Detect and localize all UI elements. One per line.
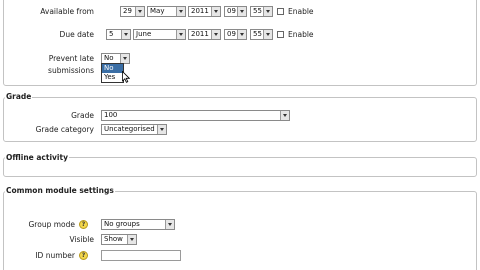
due-date-month-select[interactable]: June [133, 29, 186, 40]
available-from-label: Available from [40, 7, 94, 16]
chevron-down-icon [135, 7, 144, 16]
available-from-year-select[interactable]: 2011 [188, 6, 221, 17]
due-date-label: Due date [59, 30, 94, 39]
grade-select[interactable]: 100 [101, 110, 290, 121]
grade-category-label: Grade category [35, 125, 94, 134]
chevron-down-icon [263, 7, 272, 16]
grade-label: Grade [71, 111, 94, 120]
chevron-down-icon [263, 30, 272, 39]
common-module-legend: Common module settings [5, 186, 115, 195]
available-from-day-select[interactable]: 29 [120, 6, 145, 17]
mouse-cursor-icon [122, 71, 130, 83]
due-date-day-select[interactable]: 5 [106, 29, 131, 40]
chevron-down-icon [237, 30, 246, 39]
available-from-minute-select[interactable]: 55 [250, 6, 273, 17]
group-mode-label: Group mode [28, 220, 76, 229]
available-from-enable-label: Enable [288, 7, 314, 16]
due-date-hour-select[interactable]: 09 [224, 29, 247, 40]
available-from-month-select[interactable]: May [147, 6, 186, 17]
chevron-down-icon [127, 235, 136, 244]
offline-activity-legend: Offline activity [5, 153, 69, 162]
chevron-down-icon [157, 125, 166, 134]
prevent-late-label: Prevent late submissions [0, 54, 94, 75]
prevent-late-label-line2: submissions [48, 66, 94, 75]
chevron-down-icon [237, 7, 246, 16]
help-icon[interactable]: ? [79, 220, 88, 229]
available-from-enable-checkbox[interactable] [277, 8, 284, 15]
prevent-late-dropdown-list: No Yes [101, 63, 124, 83]
prevent-late-option-no[interactable]: No [102, 64, 123, 73]
due-date-enable-label: Enable [288, 30, 314, 39]
chevron-down-icon [176, 30, 185, 39]
chevron-down-icon [176, 7, 185, 16]
help-icon[interactable]: ? [79, 251, 88, 260]
chevron-down-icon [211, 7, 220, 16]
id-number-label: ID number [35, 251, 75, 260]
available-from-hour-select[interactable]: 09 [224, 6, 247, 17]
prevent-late-option-yes[interactable]: Yes [102, 73, 123, 82]
visible-label: Visible [69, 235, 95, 244]
visible-select[interactable]: Show [101, 234, 137, 245]
chevron-down-icon [211, 30, 220, 39]
grade-legend: Grade [5, 92, 33, 101]
group-mode-select[interactable]: No groups [101, 219, 175, 230]
chevron-down-icon [121, 30, 130, 39]
chevron-down-icon [280, 111, 289, 120]
due-date-minute-select[interactable]: 55 [250, 29, 273, 40]
prevent-late-label-line1: Prevent late [48, 54, 94, 63]
offline-activity-fieldset [3, 157, 477, 177]
id-number-input[interactable] [101, 250, 181, 261]
grade-category-select[interactable]: Uncategorised [101, 124, 167, 135]
chevron-down-icon [165, 220, 174, 229]
due-date-enable-checkbox[interactable] [277, 31, 284, 38]
due-date-year-select[interactable]: 2011 [188, 29, 221, 40]
chevron-down-icon [120, 54, 129, 63]
